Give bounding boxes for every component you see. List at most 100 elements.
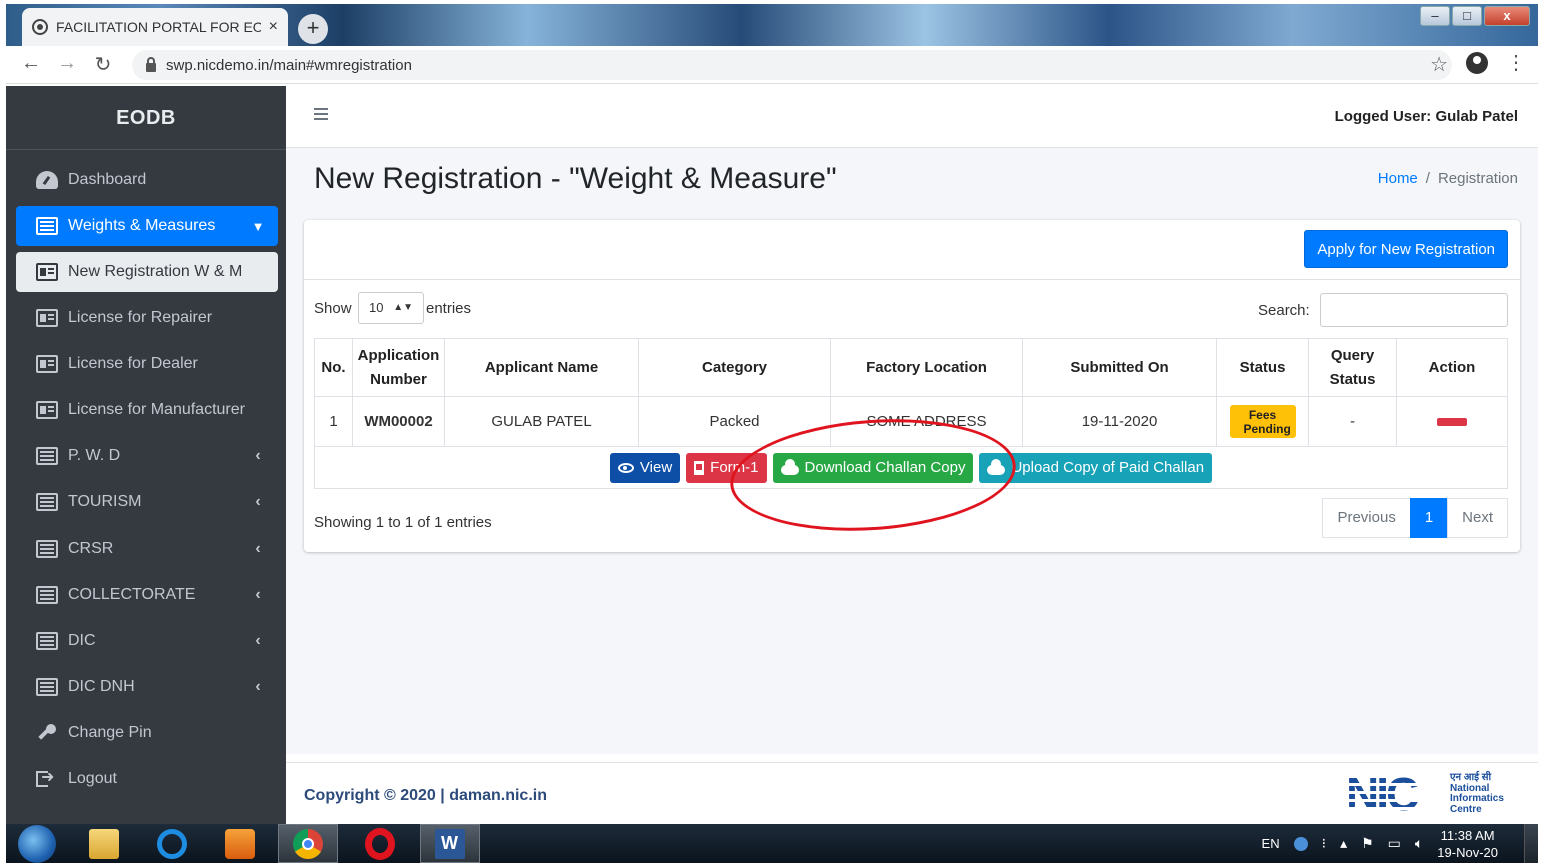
status-badge: Fees Pending <box>1229 405 1296 438</box>
bookmark-star-icon[interactable]: ☆ <box>1430 52 1448 77</box>
reload-icon[interactable]: ↻ <box>90 52 116 77</box>
speaker-icon[interactable]: 🔈︎ <box>1415 835 1423 852</box>
apply-new-registration-button[interactable]: Apply for New Registration <box>1304 230 1508 268</box>
entries-per-page-select[interactable]: 10 ▲▼ <box>358 292 424 324</box>
show-desktop-button[interactable] <box>1524 824 1538 863</box>
taskbar-word[interactable] <box>420 824 480 863</box>
sidebar-item-label: CRSR <box>68 540 114 557</box>
cell-action <box>1396 396 1508 447</box>
list-icon <box>36 217 58 235</box>
list-icon <box>36 678 58 696</box>
list-icon <box>36 493 58 511</box>
language-indicator[interactable]: EN <box>1262 836 1280 851</box>
column-header-location[interactable]: Factory Location <box>830 338 1023 397</box>
logged-user-label: Logged User: Gulab Patel <box>1334 108 1518 125</box>
list-icon <box>36 586 58 604</box>
globe-icon <box>32 19 48 35</box>
breadcrumb-separator: / <box>1425 170 1430 187</box>
sidebar-item-label: License for Manufacturer <box>68 401 245 418</box>
sidebar-item-dic-dnh[interactable]: DIC DNH ‹ <box>16 667 278 707</box>
sidebar-item-change-pin[interactable]: Change Pin <box>16 713 278 753</box>
sidebar-item-label: New Registration W & M <box>68 263 243 280</box>
list-icon <box>36 540 58 558</box>
monitor-icon[interactable]: ▭ <box>1388 835 1401 852</box>
cell-query-status: - <box>1308 396 1397 447</box>
column-header-action[interactable]: Action <box>1396 338 1508 397</box>
help-icon[interactable] <box>1293 836 1308 851</box>
windows-start-icon[interactable] <box>18 825 56 863</box>
taskbar-media-player[interactable] <box>210 824 270 863</box>
id-card-icon <box>36 309 58 327</box>
sidebar-item-label: License for Dealer <box>68 355 198 372</box>
search-input[interactable] <box>1320 293 1508 327</box>
sidebar-item-dashboard[interactable]: Dashboard <box>16 160 278 200</box>
tab-title: FACILITATION PORTAL FOR EOD <box>56 19 261 35</box>
view-button[interactable]: View <box>609 452 681 483</box>
nic-logo-stripes <box>1346 783 1446 786</box>
list-icon <box>36 447 58 465</box>
sidebar-item-dic[interactable]: DIC ‹ <box>16 621 278 661</box>
network-icon[interactable]: ⁝ <box>1322 835 1326 852</box>
sidebar-item-label: DIC <box>68 632 96 649</box>
column-header-applicant[interactable]: Applicant Name <box>444 338 639 397</box>
flag-icon[interactable]: ⚑ <box>1361 835 1374 852</box>
taskbar-clock[interactable]: 11:38 AM 19-Nov-20 <box>1437 827 1498 861</box>
profile-avatar-icon[interactable] <box>1466 52 1488 74</box>
minimize-button[interactable]: – <box>1420 6 1450 26</box>
chevron-left-icon: ‹ <box>255 447 261 464</box>
sidebar-item-collectorate[interactable]: COLLECTORATE ‹ <box>16 575 278 615</box>
word-icon <box>435 828 465 859</box>
chevron-left-icon: ‹ <box>255 540 261 557</box>
cell-app-number: WM00002 <box>352 396 445 447</box>
sidebar-item-label: COLLECTORATE <box>68 586 196 603</box>
taskbar-chrome[interactable] <box>278 824 338 863</box>
sidebar-item-license-repairer[interactable]: License for Repairer <box>16 298 278 338</box>
pagination-previous[interactable]: Previous <box>1322 498 1411 538</box>
chevron-left-icon: ‹ <box>255 493 261 510</box>
hamburger-menu-icon[interactable] <box>314 108 328 110</box>
column-header-no[interactable]: No. <box>314 338 353 397</box>
upload-challan-label: Upload Copy of Paid Challan <box>1011 459 1205 476</box>
column-header-submitted[interactable]: Submitted On <box>1022 338 1217 397</box>
brand-logo[interactable]: EODB <box>6 86 286 150</box>
taskbar-explorer[interactable] <box>74 824 134 863</box>
list-icon <box>36 632 58 650</box>
taskbar-internet-explorer[interactable] <box>142 824 202 863</box>
column-header-query-status[interactable]: Query Status <box>1308 338 1397 397</box>
sidebar-item-new-registration[interactable]: New Registration W & M <box>16 252 278 292</box>
sidebar-item-label: TOURISM <box>68 493 142 510</box>
forward-arrow-icon[interactable]: → <box>54 52 80 75</box>
maximize-button[interactable]: □ <box>1452 6 1482 26</box>
tray-expand-icon[interactable]: ▴ <box>1340 835 1347 852</box>
sidebar-item-label: Dashboard <box>68 171 147 188</box>
column-header-app-number[interactable]: Application Number <box>352 338 445 397</box>
pagination-next[interactable]: Next <box>1447 498 1508 538</box>
table-header-row: No. Application Number Applicant Name Ca… <box>314 338 1508 397</box>
media-player-icon <box>225 828 255 859</box>
taskbar-opera[interactable] <box>350 824 410 863</box>
cell-submitted: 19-11-2020 <box>1022 396 1217 447</box>
internet-explorer-icon <box>157 828 187 859</box>
sidebar-item-crsr[interactable]: CRSR ‹ <box>16 529 278 569</box>
window-close-button[interactable]: x <box>1484 6 1530 26</box>
kebab-menu-icon[interactable]: ⋮ <box>1506 50 1526 75</box>
page-footer: Copyright © 2020 | daman.nic.in NIC एन आ… <box>286 762 1538 824</box>
sidebar-item-weights-measures[interactable]: Weights & Measures ▼ <box>16 206 278 246</box>
sidebar-item-license-dealer[interactable]: License for Dealer <box>16 344 278 384</box>
sidebar-item-tourism[interactable]: TOURISM ‹ <box>16 482 278 522</box>
collapse-actions-button[interactable] <box>1437 418 1467 426</box>
chrome-icon <box>293 828 323 859</box>
tab-close-icon[interactable]: × <box>269 18 278 36</box>
column-header-status[interactable]: Status <box>1216 338 1309 397</box>
sidebar-item-license-manufacturer[interactable]: License for Manufacturer <box>16 390 278 430</box>
column-header-category[interactable]: Category <box>638 338 831 397</box>
browser-tab-active[interactable]: FACILITATION PORTAL FOR EOD × <box>22 8 288 46</box>
back-arrow-icon[interactable]: ← <box>18 52 44 75</box>
pagination-page-1[interactable]: 1 <box>1409 498 1449 538</box>
breadcrumb-home-link[interactable]: Home <box>1378 170 1418 187</box>
new-tab-button[interactable]: + <box>298 14 328 44</box>
sidebar-item-logout[interactable]: Logout <box>16 759 278 799</box>
address-bar[interactable]: swp.nicdemo.in/main#wmregistration ☆ <box>132 50 1452 80</box>
sidebar-item-pwd[interactable]: P. W. D ‹ <box>16 436 278 476</box>
cell-no: 1 <box>314 396 353 447</box>
